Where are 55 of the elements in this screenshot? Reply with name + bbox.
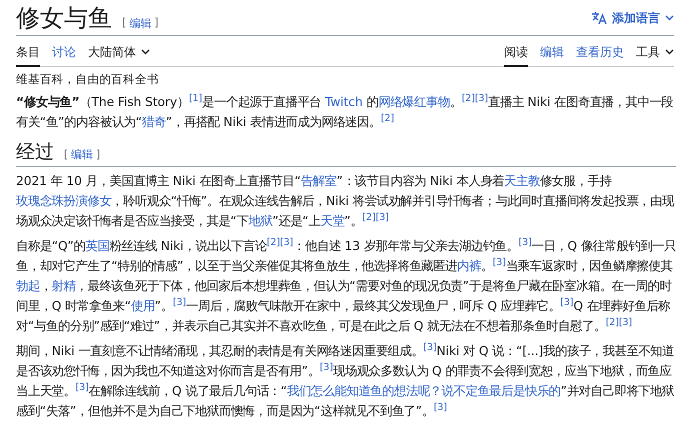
tagline: 维基百科，自由的百科全书 — [16, 70, 160, 87]
citation-link[interactable]: [3] — [618, 316, 632, 328]
article-link[interactable]: Twitch — [324, 94, 363, 109]
citation-link[interactable]: [1] — [188, 92, 202, 104]
citation-link[interactable]: [3] — [474, 92, 488, 104]
citation-link[interactable]: [3] — [518, 236, 532, 248]
bracket-text: ] — [96, 146, 100, 163]
paragraph: “修女与鱼”（The Fish Story）$^{[1]}$是一个起源于直播平台 Twitch 的网络爆红事物。$^{[2]}$$^{[3]}$直播主 Niki 在图奇直播，其中一段有关“鱼”的内容被认为“猎奇”，再搭配 Niki 表情进而成为网络迷因。$^{[2]}$ — [16, 92, 674, 131]
add-language-button[interactable]: 添加语言 — [591, 10, 674, 33]
tab[interactable]: 查看历史 — [576, 42, 624, 67]
citation-link[interactable]: [3] — [280, 236, 294, 248]
bracket-text: [ — [64, 146, 68, 163]
edit-link[interactable]: 编辑 — [71, 144, 93, 165]
citation-link[interactable]: [2] — [266, 236, 280, 248]
article-link[interactable]: 天堂 — [320, 214, 344, 228]
page-title: 修女与鱼 — [16, 4, 112, 33]
tab[interactable]: 讨论 — [52, 42, 76, 67]
dropdown-menu[interactable]: 大陆简体 — [88, 42, 150, 67]
citation-link[interactable]: [3] — [560, 296, 574, 308]
citation-link[interactable]: [3] — [172, 296, 186, 308]
chevron-down-icon — [665, 49, 674, 56]
article-link[interactable]: 勃起 — [16, 278, 40, 293]
bracket-text: ] — [154, 16, 159, 31]
citation-link[interactable]: [2] — [462, 92, 475, 104]
citation-link[interactable]: [3] — [492, 256, 506, 268]
chevron-down-icon — [665, 15, 674, 22]
paragraph: 期间，Niki 一直刻意不让情绪涌现，其忍耐的表情是有关网络迷因重要组成。$^{[3]}$Niki 对 Q 说：“[...]我的孩子，我甚至不知道是否该劝您忏悔，因为我也不知道这对你而言是否有用”。$^{[3]}$现场观众多数认为 Q 的罪责不会得到宽恕，应当下地狱，而鱼应当上天堂。$^{[3]}$在解除连线前，Q 说了最后几句话：“我们怎么能知道鱼的想法呢？说不定鱼最后是快乐的”并对自己即将下地狱感到“失落”，但他并不是为自己下地狱而懊悔，而是因为“这样就见不到鱼了”。$^{[3]}$ — [16, 340, 675, 420]
article-link[interactable]: 玫瑰念珠扮演修女 — [16, 194, 112, 208]
citation-link[interactable]: [3] — [76, 382, 89, 393]
citation-link[interactable]: [2] — [380, 112, 394, 124]
citation-link[interactable]: [3] — [423, 342, 437, 353]
article-link[interactable]: 英国 — [86, 238, 110, 253]
section-heading: 经过 — [16, 140, 54, 164]
article-link[interactable]: 天主教 — [504, 174, 540, 188]
article-link[interactable]: 网络爆红事物 — [378, 94, 450, 109]
article-link[interactable]: 使用 — [130, 298, 155, 313]
edit-link[interactable]: 编辑 — [129, 16, 152, 31]
citation-link[interactable]: [2] — [606, 316, 619, 328]
article-link[interactable]: 告解室 — [300, 174, 337, 188]
translate-icon — [591, 11, 607, 26]
article-link[interactable]: 我们怎么能知道鱼的想法呢？说不定鱼最后是快乐的 — [286, 384, 561, 398]
dropdown-menu[interactable]: 工具 — [636, 42, 674, 67]
article-link[interactable]: 猎奇 — [142, 114, 166, 129]
article-link[interactable]: 地狱 — [248, 214, 272, 228]
tab[interactable]: 条目 — [16, 42, 40, 67]
bracket-text: [ — [122, 16, 126, 31]
tab[interactable]: 编辑 — [540, 42, 564, 67]
citation-link[interactable]: [2] — [362, 212, 376, 223]
article-link[interactable]: 射精 — [52, 278, 76, 293]
citation-link[interactable]: [3] — [376, 212, 389, 223]
citation-link[interactable]: [3] — [434, 402, 447, 413]
citation-link[interactable]: [3] — [320, 362, 333, 373]
article-link[interactable]: 内裤 — [456, 258, 481, 273]
chevron-down-icon — [141, 49, 150, 56]
tab[interactable]: 阅读 — [504, 42, 528, 67]
